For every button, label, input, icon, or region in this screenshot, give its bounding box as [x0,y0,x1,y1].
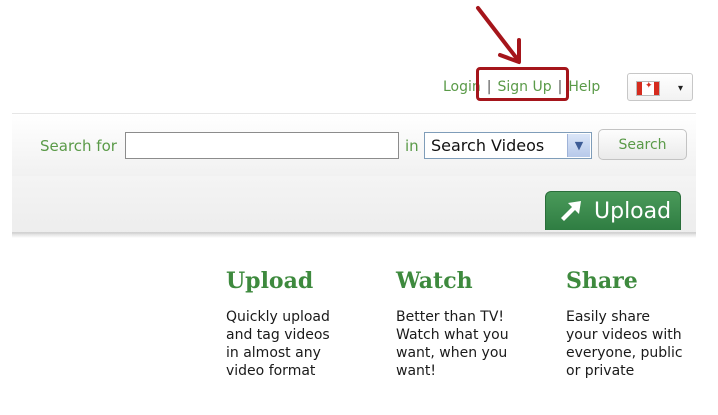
search-scope-label: in [405,137,419,155]
feature-upload: Upload Quickly upload and tag videos in … [226,268,376,380]
search-label: Search for [40,137,117,155]
band-shadow [12,232,696,238]
feature-description: Easily share your videos with everyone, … [566,309,683,379]
help-link[interactable]: Help [568,79,600,95]
upload-button-label: Upload [594,198,672,224]
language-selector[interactable]: ▾ [627,73,693,101]
search-scope-select[interactable]: Search Videos ▼ [424,132,592,159]
feature-description: Quickly upload and tag videos in almost … [226,309,330,379]
feature-title: Watch [396,268,473,294]
feature-share: Share Easily share your videos with ever… [566,268,716,380]
canada-flag-icon [636,81,660,96]
signup-highlight-box [476,67,569,101]
search-button[interactable]: Search [598,129,687,160]
upload-button[interactable]: Upload [545,191,681,230]
feature-watch: Watch Better than TV! Watch what you wan… [396,268,546,380]
search-input[interactable] [125,132,399,159]
chevron-down-icon: ▼ [567,134,590,157]
search-scope-value: Search Videos [431,136,545,155]
upload-arrow-icon [558,199,588,223]
feature-title: Share [566,268,638,294]
feature-title: Upload [226,268,314,294]
feature-description: Better than TV! Watch what you want, whe… [396,309,509,379]
chevron-down-icon: ▾ [677,83,683,94]
